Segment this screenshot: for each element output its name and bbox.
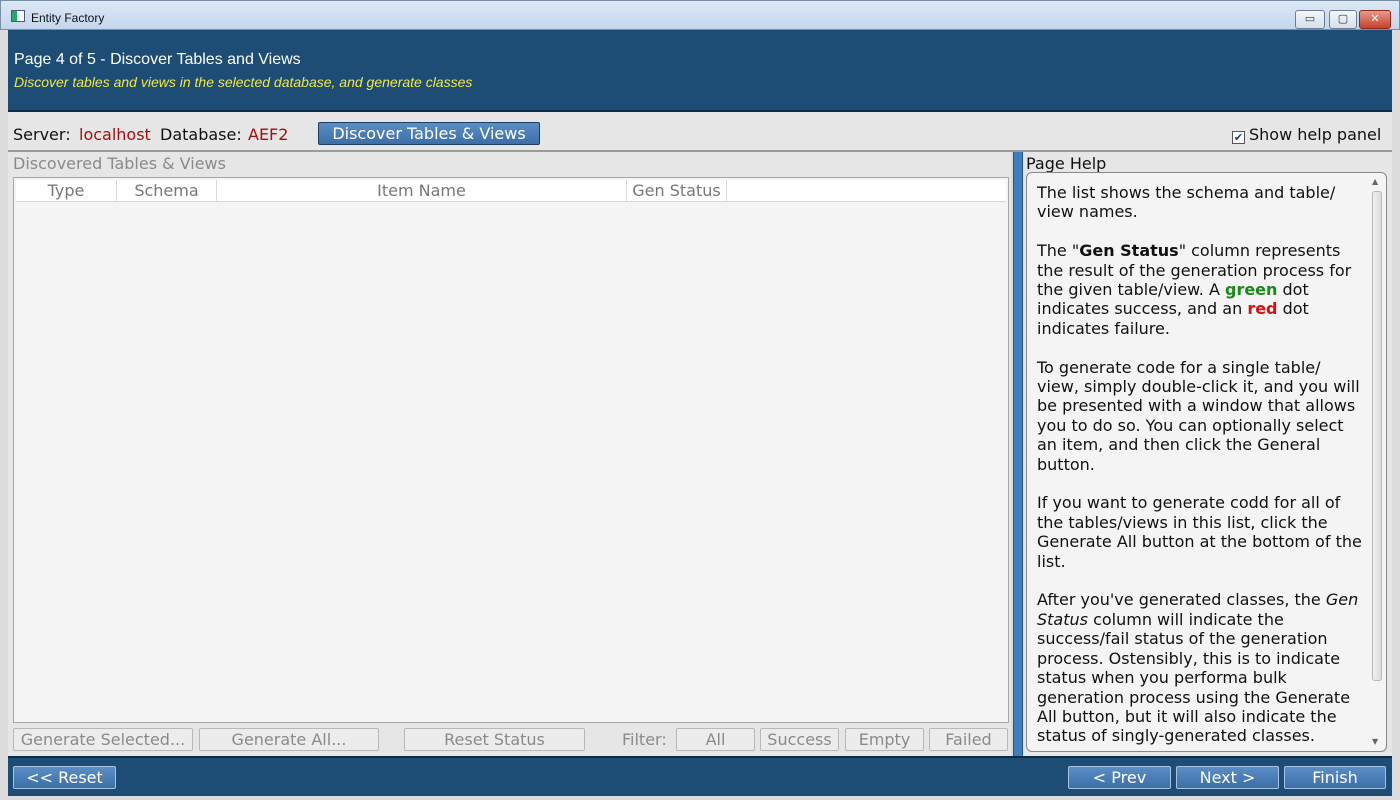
wizard-footer: << Reset < Prev Next > Finish: [8, 756, 1392, 796]
column-header-gen-status[interactable]: Gen Status: [627, 180, 727, 202]
next-button[interactable]: Next >: [1176, 766, 1279, 789]
show-help-checkbox[interactable]: ✔: [1232, 131, 1245, 144]
discover-tables-button[interactable]: Discover Tables & Views: [318, 122, 540, 145]
help-title: Page Help: [1026, 154, 1107, 173]
grid-body[interactable]: [16, 203, 1006, 721]
app-icon: [11, 10, 25, 22]
help-scrollbar[interactable]: ▲ ▼: [1370, 177, 1384, 747]
panel-splitter[interactable]: [1013, 152, 1023, 756]
show-help-toggle[interactable]: ✔ Show help panel: [1232, 125, 1381, 145]
minimize-button[interactable]: ▭: [1295, 10, 1325, 29]
discovered-section-label: Discovered Tables & Views: [13, 154, 226, 173]
filter-empty-button[interactable]: Empty: [845, 728, 924, 751]
show-help-label: Show help panel: [1249, 125, 1382, 144]
filter-failed-button[interactable]: Failed: [929, 728, 1008, 751]
reset-button[interactable]: << Reset: [13, 766, 116, 789]
column-header-item-name[interactable]: Item Name: [217, 180, 627, 202]
prev-button[interactable]: < Prev: [1068, 766, 1171, 789]
help-panel: Page Help The list shows the schema and …: [1023, 152, 1392, 756]
minimize-icon: ▭: [1304, 12, 1316, 25]
discovered-panel: Discovered Tables & Views Type Schema It…: [8, 152, 1011, 756]
maximize-icon: ▢: [1337, 12, 1349, 25]
generate-selected-button[interactable]: Generate Selected...: [13, 728, 193, 751]
column-header-schema[interactable]: Schema: [117, 180, 217, 202]
generate-all-button[interactable]: Generate All...: [199, 728, 379, 751]
help-paragraph-1: The list shows the schema and table/ vie…: [1037, 183, 1336, 222]
close-button[interactable]: ✕: [1359, 10, 1391, 29]
window-titlebar: Entity Factory ▭ ▢ ✕: [0, 0, 1400, 30]
server-label: Server:: [13, 125, 71, 144]
help-paragraph-5: After you've generated classes, the Gen …: [1037, 590, 1359, 746]
page-header: Page 4 of 5 - Discover Tables and Views …: [8, 30, 1392, 112]
filter-success-button[interactable]: Success: [760, 728, 839, 751]
help-scroll-thumb[interactable]: [1372, 191, 1382, 681]
server-bar: Server: localhost Database: AEF2 Discove…: [8, 112, 1392, 152]
discovered-grid[interactable]: Type Schema Item Name Gen Status: [13, 177, 1009, 723]
window-title: Entity Factory: [31, 11, 105, 25]
help-content-box[interactable]: The list shows the schema and table/ vie…: [1026, 172, 1387, 752]
database-value: AEF2: [248, 125, 289, 144]
finish-button[interactable]: Finish: [1284, 766, 1386, 789]
database-label: Database:: [160, 125, 242, 144]
help-paragraph-2: The "Gen Status" column represents the r…: [1037, 241, 1352, 338]
server-value: localhost: [79, 125, 151, 144]
help-paragraph-3: To generate code for a single table/ vie…: [1037, 357, 1360, 474]
column-header-type[interactable]: Type: [16, 180, 117, 202]
reset-status-button[interactable]: Reset Status: [404, 728, 585, 751]
help-paragraph-4: If you want to generate codd for all of …: [1037, 493, 1362, 571]
maximize-button[interactable]: ▢: [1329, 10, 1357, 29]
filter-label: Filter:: [622, 730, 667, 749]
scroll-down-icon[interactable]: ▼: [1372, 737, 1378, 746]
help-text: The list shows the schema and table/ vie…: [1037, 183, 1363, 751]
close-icon: ✕: [1370, 12, 1380, 25]
scroll-up-icon[interactable]: ▲: [1372, 177, 1378, 186]
page-title: Page 4 of 5 - Discover Tables and Views: [14, 51, 301, 68]
page-subtitle: Discover tables and views in the selecte…: [14, 74, 473, 90]
grid-action-row: Generate Selected... Generate All... Res…: [8, 728, 1011, 751]
filter-all-button[interactable]: All: [676, 728, 755, 751]
grid-header: Type Schema Item Name Gen Status: [16, 180, 1006, 202]
